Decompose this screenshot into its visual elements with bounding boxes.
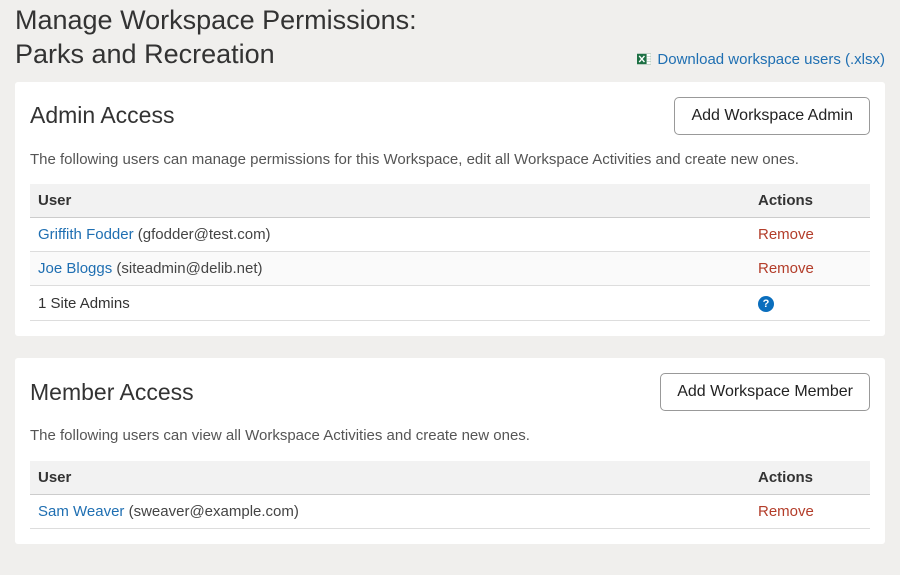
excel-icon — [637, 52, 651, 66]
site-admins-count: 1 Site Admins — [30, 286, 750, 321]
user-email: (siteadmin@delib.net) — [116, 260, 262, 277]
user-link[interactable]: Sam Weaver — [38, 503, 124, 520]
user-email: (gfodder@test.com) — [138, 226, 271, 243]
user-link[interactable]: Griffith Fodder — [38, 226, 134, 243]
admin-col-actions: Actions — [750, 184, 870, 218]
table-row: Sam Weaver (sweaver@example.com) Remove — [30, 495, 870, 529]
table-row: Griffith Fodder (gfodder@test.com) Remov… — [30, 218, 870, 252]
member-access-heading: Member Access — [30, 379, 194, 406]
member-access-description: The following users can view all Workspa… — [30, 425, 870, 447]
admin-col-user: User — [30, 184, 750, 218]
remove-link[interactable]: Remove — [758, 226, 814, 243]
page-title-line1: Manage Workspace Permissions: — [15, 5, 417, 35]
member-access-panel: Member Access Add Workspace Member The f… — [15, 358, 885, 544]
user-link[interactable]: Joe Bloggs — [38, 260, 112, 277]
table-row: 1 Site Admins ? — [30, 286, 870, 321]
page-title: Manage Workspace Permissions: Parks and … — [15, 4, 417, 72]
member-access-table: User Actions Sam Weaver (sweaver@example… — [30, 461, 870, 529]
admin-access-panel: Admin Access Add Workspace Admin The fol… — [15, 82, 885, 337]
add-workspace-member-button[interactable]: Add Workspace Member — [660, 373, 870, 411]
help-icon[interactable]: ? — [758, 296, 774, 312]
member-col-user: User — [30, 461, 750, 495]
admin-access-heading: Admin Access — [30, 102, 174, 129]
user-email: (sweaver@example.com) — [129, 503, 299, 520]
admin-access-description: The following users can manage permissio… — [30, 149, 870, 171]
download-workspace-users-link[interactable]: Download workspace users (.xlsx) — [637, 51, 885, 72]
add-workspace-admin-button[interactable]: Add Workspace Admin — [674, 97, 870, 135]
table-row: Joe Bloggs (siteadmin@delib.net) Remove — [30, 252, 870, 286]
page-title-line2: Parks and Recreation — [15, 39, 275, 69]
admin-access-table: User Actions Griffith Fodder (gfodder@te… — [30, 184, 870, 321]
download-workspace-users-label: Download workspace users (.xlsx) — [657, 51, 885, 68]
remove-link[interactable]: Remove — [758, 503, 814, 520]
remove-link[interactable]: Remove — [758, 260, 814, 277]
member-col-actions: Actions — [750, 461, 870, 495]
